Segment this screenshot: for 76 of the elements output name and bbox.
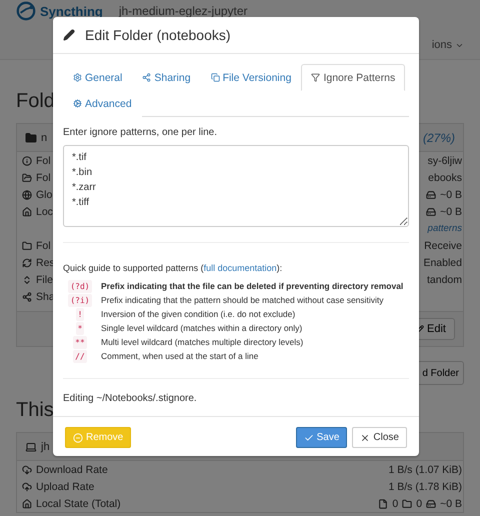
prompt-text: Enter ignore patterns, one per line.	[63, 127, 218, 138]
row-label: Local State (Total)	[36, 498, 121, 510]
pattern-description: Inversion of the given condition (i.e. do not exclude)	[101, 308, 296, 321]
save-button[interactable]: Save	[296, 427, 348, 448]
logo-icon	[16, 1, 36, 21]
row-label: Upload Rate	[36, 480, 94, 492]
row-label: File	[36, 274, 53, 286]
row-value: tandom	[426, 274, 462, 286]
row-label: Download Rate	[36, 464, 108, 476]
folder-status: (27%)	[422, 130, 455, 144]
globe-icon	[22, 190, 32, 200]
home-icon	[22, 498, 32, 508]
brand-name[interactable]: Syncthing	[40, 4, 103, 18]
row-value: Receive	[424, 240, 462, 252]
folder-count: 0	[416, 498, 422, 510]
sort-icon	[22, 274, 32, 284]
row-label: Loc	[36, 206, 53, 218]
folder-icon	[25, 132, 37, 144]
refresh-icon	[22, 258, 32, 268]
pattern-description: Comment, when used at the start of a line	[101, 350, 260, 363]
cloud-download-icon	[22, 464, 32, 474]
pattern-description: Prefix indicating that the pattern should be matched without case sensitivity	[101, 294, 385, 307]
pencil-icon	[63, 29, 75, 41]
gear-icon	[73, 73, 82, 82]
check-icon	[304, 432, 314, 442]
row-value: ebooks	[428, 172, 462, 184]
pattern-description: Prefix indicating that the file can be deleted if preventing directory removal	[101, 280, 404, 293]
row-value: ~0 B	[440, 206, 462, 218]
row-label: Glo	[36, 188, 52, 200]
gear-icon	[73, 99, 82, 108]
row-value: sy-6ljiw	[428, 154, 462, 166]
patterns-field[interactable]: *.tif *.bin *.zarr *.tiff	[63, 145, 409, 227]
pattern-code: (?d)	[68, 280, 92, 293]
editing-text: Editing ~/Notebooks/.stignore.	[63, 393, 198, 404]
pattern-code: (?i)	[68, 294, 92, 307]
row-value: Enabled	[423, 256, 462, 268]
info-icon	[22, 156, 32, 166]
device-name: jh-medium-eglez-jupyter	[118, 4, 248, 18]
home-icon	[22, 206, 32, 216]
folder-icon	[22, 240, 32, 250]
filter-icon	[311, 73, 320, 82]
documentation-link[interactable]: full documentation	[204, 263, 277, 273]
tab[interactable]: Ignore Patterns	[301, 64, 406, 91]
pattern-code: *	[76, 322, 84, 335]
share-icon	[142, 73, 152, 82]
actions-menu[interactable]: ions	[432, 39, 464, 51]
close-button[interactable]: Close	[352, 427, 407, 448]
folders-heading: Fold	[16, 90, 55, 113]
copy-icon	[210, 73, 220, 82]
row-label: Fol	[36, 240, 51, 252]
pattern-description: Multi level wildcard (matches multiple directory levels)	[101, 336, 304, 349]
patterns-link[interactable]: patterns	[428, 223, 462, 234]
cloud-upload-icon	[22, 482, 32, 492]
folder-icon	[22, 172, 32, 182]
share-icon	[22, 292, 32, 302]
row-value: 1 B/s (1.07 KiB)	[388, 464, 462, 476]
this-device-heading: This	[16, 399, 54, 422]
row-value: ~0 B	[440, 498, 462, 510]
device-title: jh	[41, 440, 50, 452]
row-label: Fol	[36, 154, 51, 166]
row-label: Fol	[36, 172, 51, 184]
dialog-title: Edit Folder (notebooks)	[85, 27, 231, 43]
file-icon	[378, 498, 388, 508]
pattern-code: !	[76, 308, 84, 321]
device-icon	[25, 440, 37, 452]
pattern-description: Single level wildcard (matches within a directory only)	[101, 322, 304, 335]
folder-icon	[402, 498, 412, 508]
file-count: 0	[392, 498, 398, 510]
row-value: ~0 B	[440, 188, 462, 200]
minus-icon	[73, 432, 83, 442]
pattern-code: //	[73, 350, 87, 363]
pattern-code: **	[73, 336, 87, 349]
guide-text: Quick guide to supported patterns (full documentation):	[63, 263, 284, 273]
folder-name[interactable]: n	[41, 132, 48, 144]
row-value: 1 B/s (1.78 KiB)	[388, 480, 462, 492]
close-icon	[360, 432, 370, 442]
